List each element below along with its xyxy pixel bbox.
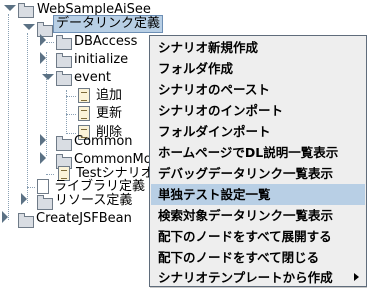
folder-icon: [56, 35, 72, 50]
tree-node-update[interactable]: 更新: [94, 105, 124, 123]
collapse-toggle-icon[interactable]: [40, 38, 50, 48]
tree-node-dbaccess[interactable]: DBAccess: [72, 33, 139, 51]
menu-item-debug-datalink-list[interactable]: デバッグデータリンク一覧表示: [151, 163, 365, 184]
tree-node-resource[interactable]: リソース定義: [53, 192, 134, 210]
tree-node-createjsfbean[interactable]: CreateJSFBean: [34, 210, 134, 228]
collapse-toggle-icon[interactable]: [21, 197, 31, 207]
collapse-toggle-icon[interactable]: [40, 56, 50, 66]
collapse-toggle-icon[interactable]: [40, 138, 50, 148]
menu-item-search-datalink-list[interactable]: 検索対象データリンク一覧表示: [151, 205, 365, 226]
tree-line: [8, 14, 9, 220]
folder-icon: [37, 195, 53, 210]
tree-line: [66, 96, 76, 97]
collapse-toggle-icon[interactable]: [2, 215, 12, 225]
tree-line: [27, 187, 35, 188]
scenario-icon: [78, 106, 90, 121]
menu-item-expand-all[interactable]: 配下のノードをすべて展開する: [151, 226, 365, 247]
tree-node-datalink[interactable]: データリンク定義: [53, 15, 164, 33]
folder-icon: [56, 136, 72, 151]
menu-item-create-folder[interactable]: フォルダ作成: [151, 58, 365, 79]
document-icon: [37, 179, 49, 194]
tree-node-event[interactable]: event: [72, 69, 113, 87]
folder-icon: [56, 53, 72, 68]
tree-line: [46, 174, 54, 175]
tree-node-initialize[interactable]: initialize: [72, 51, 130, 69]
menu-item-import-folder[interactable]: フォルダインポート: [151, 121, 365, 142]
menu-item-new-scenario[interactable]: シナリオ新規作成: [151, 37, 365, 58]
menu-item-homepage-dl-list[interactable]: ホームページでDL説明一覧表示: [151, 142, 365, 163]
expand-toggle-icon[interactable]: [21, 24, 35, 34]
tree-line: [27, 33, 28, 203]
menu-item-paste-scenario[interactable]: シナリオのペースト: [151, 79, 365, 100]
tree-node-add[interactable]: 追加: [94, 87, 124, 105]
menu-item-collapse-all[interactable]: 配下のノードをすべて閉じる: [151, 247, 365, 268]
folder-icon: [18, 3, 34, 18]
menu-item-unit-test-settings[interactable]: 単独テスト設定一覧: [151, 184, 365, 205]
scenario-icon: [78, 88, 90, 103]
submenu-arrow-icon: [354, 273, 359, 281]
expand-toggle-icon[interactable]: [40, 74, 54, 84]
expand-toggle-icon[interactable]: [2, 5, 16, 15]
folder-icon: [18, 213, 34, 228]
menu-item-label: シナリオテンプレートから作成: [158, 270, 333, 285]
tree-line: [66, 114, 76, 115]
menu-item-import-scenario[interactable]: シナリオのインポート: [151, 100, 365, 121]
tree-node-common[interactable]: Common: [72, 133, 135, 151]
collapse-toggle-icon[interactable]: [40, 156, 50, 166]
context-menu: シナリオ新規作成 フォルダ作成 シナリオのペースト シナリオのインポート フォル…: [149, 35, 367, 287]
menu-item-create-from-template[interactable]: シナリオテンプレートから作成: [151, 267, 365, 288]
folder-icon: [56, 71, 72, 86]
